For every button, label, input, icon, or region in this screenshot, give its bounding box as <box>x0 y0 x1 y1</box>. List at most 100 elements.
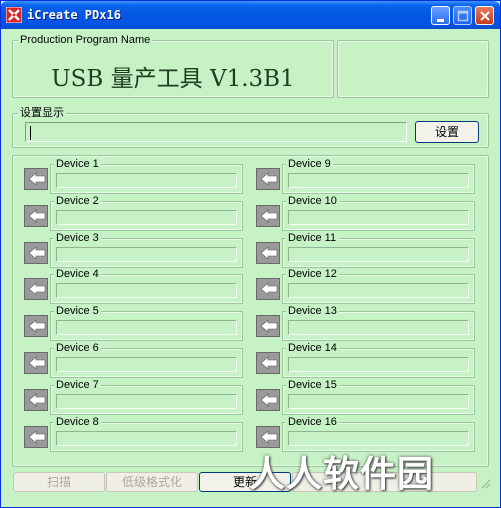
app-icon <box>6 7 22 23</box>
device-label: Device 11 <box>286 232 339 244</box>
device-status-field <box>288 394 469 409</box>
device-slot: Device 3 <box>50 232 243 268</box>
device-slot: Device 10 <box>282 195 475 231</box>
settings-button[interactable]: 设置 <box>415 121 479 143</box>
device-status-field <box>56 247 237 262</box>
device-slot: Device 11 <box>282 232 475 268</box>
device-label: Device 15 <box>286 379 339 391</box>
arrow-left-icon <box>260 209 278 223</box>
watermark-text: 人人软件园 <box>249 454 435 495</box>
device-status-field <box>288 357 469 372</box>
device-label: Device 13 <box>286 305 339 317</box>
device-label: Device 7 <box>54 379 101 391</box>
arrow-left-icon <box>28 430 46 444</box>
device-9-arrow-button[interactable] <box>256 168 280 190</box>
arrow-left-icon <box>260 430 278 444</box>
scan-button[interactable]: 扫描 <box>13 472 105 492</box>
arrow-left-icon <box>260 356 278 370</box>
arrow-left-icon <box>28 282 46 296</box>
device-status-field <box>56 357 237 372</box>
device-10-arrow-button[interactable] <box>256 205 280 227</box>
device-label: Device 9 <box>286 158 333 170</box>
device-label: Device 12 <box>286 268 339 280</box>
program-side-panel <box>337 40 489 98</box>
maximize-icon <box>457 10 469 22</box>
device-slot: Device 7 <box>50 379 243 415</box>
device-slot: Device 6 <box>50 342 243 378</box>
device-label: Device 5 <box>54 305 101 317</box>
device-label: Device 8 <box>54 416 101 428</box>
arrow-left-icon <box>260 282 278 296</box>
arrow-left-icon <box>28 246 46 260</box>
device-label: Device 14 <box>286 342 339 354</box>
device-status-field <box>56 431 237 446</box>
device-status-field <box>288 173 469 188</box>
device-status-field <box>56 394 237 409</box>
device-label: Device 6 <box>54 342 101 354</box>
device-slot: Device 13 <box>282 305 475 341</box>
device-status-field <box>288 431 469 446</box>
device-slot: Device 4 <box>50 268 243 304</box>
device-slot: Device 1 <box>50 158 243 194</box>
arrow-left-icon <box>260 393 278 407</box>
text-caret <box>30 126 31 140</box>
device-1-arrow-button[interactable] <box>24 168 48 190</box>
device-slot: Device 15 <box>282 379 475 415</box>
program-name-text: USB 量产工具 V1.3B1 <box>51 66 295 92</box>
app-window: iCreate PDx16 Production Program Name US… <box>0 0 501 508</box>
arrow-left-icon <box>28 356 46 370</box>
close-button[interactable] <box>475 6 494 25</box>
device-8-arrow-button[interactable] <box>24 426 48 448</box>
device-label: Device 16 <box>286 416 339 428</box>
device-slot: Device 9 <box>282 158 475 194</box>
device-12-arrow-button[interactable] <box>256 278 280 300</box>
device-6-arrow-button[interactable] <box>24 352 48 374</box>
settings-display-field[interactable] <box>25 122 407 142</box>
device-label: Device 3 <box>54 232 101 244</box>
title-bar[interactable]: iCreate PDx16 <box>1 1 500 29</box>
device-status-field <box>288 210 469 225</box>
device-slot: Device 8 <box>50 416 243 452</box>
device-label: Device 10 <box>286 195 339 207</box>
device-label: Device 4 <box>54 268 101 280</box>
device-14-arrow-button[interactable] <box>256 352 280 374</box>
arrow-left-icon <box>28 319 46 333</box>
device-slot: Device 12 <box>282 268 475 304</box>
device-status-field <box>288 283 469 298</box>
resize-grip-icon[interactable] <box>478 472 492 492</box>
device-5-arrow-button[interactable] <box>24 315 48 337</box>
device-4-arrow-button[interactable] <box>24 278 48 300</box>
arrow-left-icon <box>260 172 278 186</box>
arrow-left-icon <box>260 246 278 260</box>
program-name-group: Production Program Name USB 量产工具 V1.3B1 <box>12 34 334 98</box>
device-slot: Device 14 <box>282 342 475 378</box>
device-2-arrow-button[interactable] <box>24 205 48 227</box>
device-status-field <box>56 320 237 335</box>
arrow-left-icon <box>28 172 46 186</box>
client-area: Production Program Name USB 量产工具 V1.3B1 … <box>4 29 497 506</box>
close-icon <box>480 11 490 21</box>
device-status-field <box>56 173 237 188</box>
device-slot: Device 5 <box>50 305 243 341</box>
maximize-button[interactable] <box>453 6 472 25</box>
device-3-arrow-button[interactable] <box>24 242 48 264</box>
device-status-field <box>288 320 469 335</box>
settings-display-legend: 设置显示 <box>18 107 66 119</box>
device-13-arrow-button[interactable] <box>256 315 280 337</box>
device-status-field <box>56 210 237 225</box>
minimize-icon <box>437 19 444 22</box>
device-label: Device 2 <box>54 195 101 207</box>
minimize-button[interactable] <box>431 6 450 25</box>
arrow-left-icon <box>28 393 46 407</box>
device-slot: Device 2 <box>50 195 243 231</box>
devices-group: Device 1 Device 2 Device 3 Device 4 Device 5… <box>12 155 489 467</box>
device-7-arrow-button[interactable] <box>24 389 48 411</box>
device-15-arrow-button[interactable] <box>256 389 280 411</box>
program-name-legend: Production Program Name <box>18 34 153 46</box>
arrow-left-icon <box>260 319 278 333</box>
device-status-field <box>288 247 469 262</box>
device-11-arrow-button[interactable] <box>256 242 280 264</box>
low-format-button[interactable]: 低级格式化 <box>106 472 198 492</box>
settings-display-group: 设置显示 设置 <box>12 107 489 148</box>
device-label: Device 1 <box>54 158 101 170</box>
